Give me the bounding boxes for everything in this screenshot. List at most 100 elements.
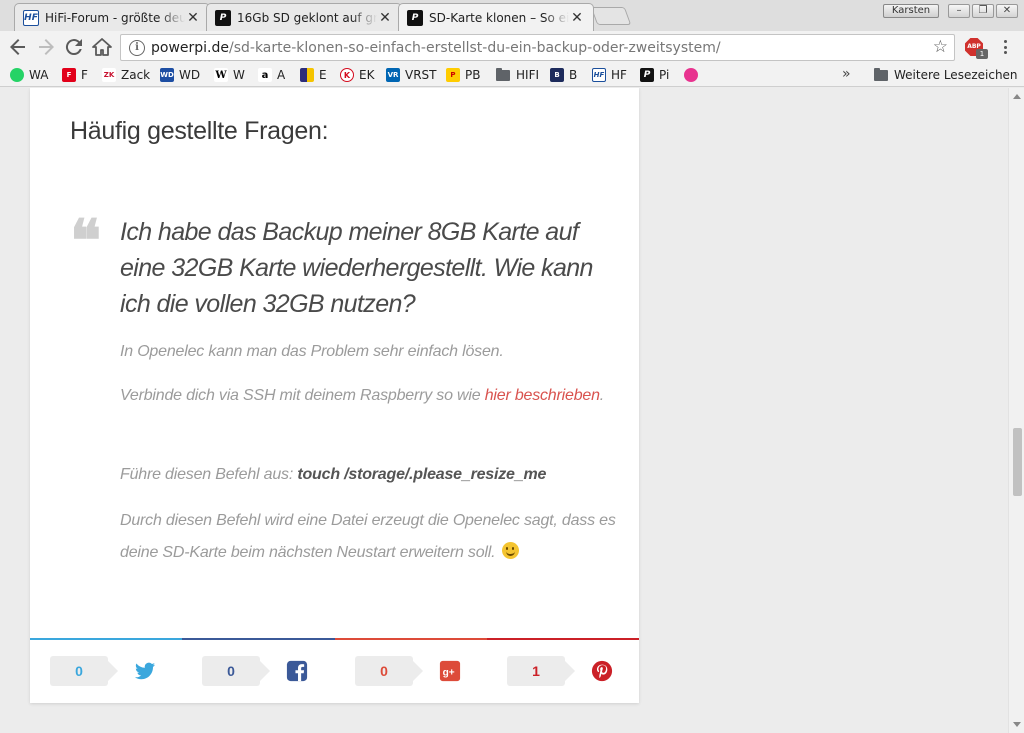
- scroll-down-arrow-icon[interactable]: [1013, 722, 1021, 727]
- bookmark-wd[interactable]: WD WD: [160, 66, 200, 84]
- bookmark-ek[interactable]: K EK: [340, 66, 374, 84]
- answer-text: Durch diesen Befehl wird eine Datei erze…: [120, 512, 616, 561]
- answer-paragraph-1: In Openelec kann man das Problem sehr ei…: [120, 343, 504, 360]
- close-icon[interactable]: ✕: [377, 10, 393, 26]
- browser-toolbar: i powerpi.de/sd-karte-klonen-so-einfach-…: [0, 31, 1024, 63]
- facebook-share-count: 0: [202, 656, 270, 686]
- bookmark-pink[interactable]: [684, 66, 703, 84]
- bookmark-label: VRST: [405, 68, 437, 82]
- adblock-count-badge: 1: [976, 49, 988, 59]
- address-bar[interactable]: i powerpi.de/sd-karte-klonen-so-einfach-…: [120, 34, 955, 61]
- arrow-right-icon: [39, 39, 54, 55]
- quote-icon: ❝: [70, 207, 102, 275]
- bookmark-label: HIFI: [516, 68, 540, 82]
- window-close-button[interactable]: ✕: [996, 4, 1018, 18]
- bookmark-w[interactable]: WW: [214, 66, 245, 84]
- smiley-icon: [501, 542, 519, 559]
- folder-icon: [874, 67, 888, 81]
- share-divider: [30, 638, 639, 640]
- bookmark-label: F: [81, 68, 88, 82]
- bookmark-label: W: [233, 68, 245, 82]
- bookmark-wa[interactable]: WA: [10, 66, 48, 84]
- article-card: Häufig gestellte Fragen: ❝ Ich habe das …: [30, 88, 639, 703]
- answer-text: Führe diesen Befehl aus:: [120, 466, 298, 483]
- back-button[interactable]: [6, 35, 30, 59]
- share-twitter[interactable]: 0: [50, 656, 170, 686]
- faq-question: Ich habe das Backup meiner 8GB Karte auf…: [120, 218, 593, 318]
- forward-button[interactable]: [34, 35, 58, 59]
- reload-button[interactable]: [62, 35, 86, 59]
- bookmark-star-icon[interactable]: ☆: [933, 37, 948, 57]
- folder-icon: [496, 67, 510, 81]
- bookmark-f[interactable]: FF: [62, 66, 88, 84]
- hf-icon: HF: [592, 68, 606, 82]
- info-icon[interactable]: i: [129, 39, 145, 56]
- svg-text:g+: g+: [443, 668, 455, 679]
- resize-command: touch /storage/.please_resize_me: [297, 466, 547, 483]
- home-button[interactable]: [90, 35, 114, 59]
- home-icon: [92, 38, 112, 56]
- bookmark-label: WA: [29, 68, 49, 82]
- bookmark-e[interactable]: E: [300, 66, 327, 84]
- whatsapp-icon: [10, 68, 24, 82]
- bookmark-vrst[interactable]: VR VRST: [386, 66, 437, 84]
- pink-circle-icon: [684, 68, 698, 82]
- bookmark-hf[interactable]: HF HF: [592, 66, 627, 84]
- tab-strip: HF HiFi-Forum - größte deutsche ✕ P 16Gb…: [0, 0, 1024, 31]
- maximize-button[interactable]: ❐: [972, 4, 994, 18]
- bookmark-label: E: [319, 68, 327, 82]
- ek-icon: K: [340, 68, 354, 82]
- share-bar: 0 0 0 g+ 1: [30, 638, 639, 703]
- bookmark-pb[interactable]: P PB: [446, 66, 480, 84]
- profile-button[interactable]: Karsten: [883, 4, 939, 18]
- facebook-icon[interactable]: [286, 660, 308, 682]
- bookmark-zack[interactable]: ZK Zack: [102, 66, 150, 84]
- e-icon: [300, 68, 314, 82]
- tab-title: SD-Karte klonen – So einfach: [429, 10, 569, 25]
- tab-16gb-sd[interactable]: P 16Gb SD geklont auf größere ✕: [206, 3, 402, 31]
- googleplus-share-count: 0: [355, 656, 423, 686]
- url-host: powerpi.de: [151, 39, 229, 56]
- tab-hifi-forum[interactable]: HF HiFi-Forum - größte deutsche ✕: [14, 3, 210, 31]
- vr-icon: VR: [386, 68, 400, 82]
- close-icon[interactable]: ✕: [185, 10, 201, 26]
- answer-paragraph-4: Durch diesen Befehl wird eine Datei erze…: [120, 505, 620, 569]
- share-facebook[interactable]: 0: [202, 656, 322, 686]
- bookmark-folder-hifi[interactable]: HIFI: [496, 66, 539, 84]
- new-tab-button[interactable]: [590, 7, 632, 25]
- powerpi-favicon: P: [407, 9, 423, 26]
- twitter-share-count: 0: [50, 656, 118, 686]
- answer-paragraph-2: Verbinde dich via SSH mit deinem Raspber…: [120, 380, 620, 412]
- page-scrollbar[interactable]: [1008, 88, 1024, 733]
- tab-title: HiFi-Forum - größte deutsche: [45, 10, 185, 25]
- share-googleplus[interactable]: 0 g+: [355, 656, 475, 686]
- bookmark-a[interactable]: aA: [258, 66, 285, 84]
- page-viewport: Häufig gestellte Fragen: ❝ Ich habe das …: [0, 88, 1008, 733]
- browser-menu-button[interactable]: [1000, 38, 1010, 56]
- google-plus-icon[interactable]: g+: [439, 660, 461, 682]
- pinterest-icon[interactable]: [591, 660, 613, 682]
- wikipedia-icon: W: [214, 68, 228, 82]
- answer-text: Verbinde dich via SSH mit deinem Raspber…: [120, 387, 485, 404]
- pinterest-share-count: 1: [507, 656, 575, 686]
- minimize-button[interactable]: –: [948, 4, 970, 18]
- bookmark-pi[interactable]: P Pi: [640, 66, 669, 84]
- url-path: /sd-karte-klonen-so-einfach-erstellst-du…: [229, 39, 721, 56]
- scroll-up-arrow-icon[interactable]: [1013, 94, 1021, 99]
- bookmark-b[interactable]: BB: [550, 66, 577, 84]
- close-icon[interactable]: ✕: [569, 10, 585, 26]
- hier-beschrieben-link[interactable]: hier beschrieben: [485, 387, 600, 404]
- arrow-left-icon: [10, 39, 25, 55]
- scrollbar-thumb[interactable]: [1013, 428, 1022, 496]
- twitter-icon[interactable]: [134, 660, 156, 682]
- share-pinterest[interactable]: 1: [507, 656, 627, 686]
- bookmark-other-folder[interactable]: Weitere Lesezeichen: [874, 66, 1018, 84]
- bookmarks-overflow-button[interactable]: »: [842, 66, 851, 82]
- answer-text: .: [599, 387, 605, 404]
- bookmark-label: B: [569, 68, 578, 82]
- tab-title: 16Gb SD geklont auf größere: [237, 10, 377, 25]
- bookmark-label: Pi: [659, 68, 670, 82]
- bookmark-label: EK: [359, 68, 375, 82]
- pb-icon: P: [446, 68, 460, 82]
- tab-sd-karte-klonen[interactable]: P SD-Karte klonen – So einfach ✕: [398, 3, 594, 31]
